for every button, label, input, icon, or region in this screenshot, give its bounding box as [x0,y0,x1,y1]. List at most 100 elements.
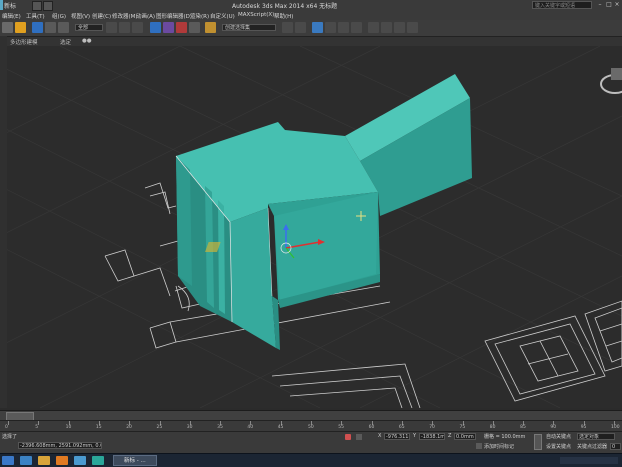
timeline-tick-label: 90 [550,425,557,430]
timeline-tick-label: 60 [368,425,375,430]
timeline-tick-label: 70 [429,425,435,430]
timeline-tick-label: 20 [126,425,132,430]
building-model[interactable] [175,74,472,350]
selected-objects-dropdown[interactable]: 选定对象 [577,433,615,440]
timeline-tick-label: 80 [489,425,496,430]
current-frame-field[interactable]: 0 [610,443,621,450]
timeline-tick-label: 15 [95,425,102,430]
select-by-name-icon[interactable] [45,22,56,33]
ribbon-tab-selection[interactable]: 选定 [60,38,71,46]
menu-maxscript[interactable]: MAXScript(X) [238,12,274,18]
link-icon[interactable] [15,22,26,33]
timeline-tick-label: 30 [186,425,193,430]
start-button-icon[interactable] [2,456,14,465]
timeline-tick-label: 25 [156,425,163,430]
menu-tools[interactable]: 工具(T) [26,12,45,20]
y-label: Y [413,433,417,439]
scale-icon[interactable] [132,22,143,33]
undo-icon[interactable] [2,22,13,33]
taskbar-app-icon[interactable] [74,456,86,465]
rendered-frame-icon[interactable] [394,22,405,33]
curve-editor-icon[interactable] [338,22,349,33]
selection-filter-dropdown[interactable]: 全部 [75,24,103,31]
mirror-icon[interactable] [282,22,293,33]
menu-group[interactable]: 组(G) [52,12,66,20]
timeline-tick-label: 40 [247,425,254,430]
select-object-icon[interactable] [32,22,43,33]
grid-size-label: 栅格 = 100.0mm [484,434,526,440]
tray-icons[interactable] [560,457,618,464]
timeline-tick-label: 5 [35,425,39,430]
new-file-icon[interactable] [32,1,42,11]
maximize-icon[interactable]: □ [605,1,613,9]
taskbar-ie-icon[interactable] [20,456,32,465]
rotate-icon[interactable] [119,22,130,33]
taskbar-explorer-icon[interactable] [38,456,50,465]
perspective-viewport[interactable] [0,46,622,408]
set-key-button[interactable]: 设置关键点 [546,443,571,450]
main-toolbar: 全部 创建选择集 [0,20,622,37]
close-icon[interactable]: × [613,1,621,9]
schematic-view-icon[interactable] [351,22,362,33]
key-mode-icon[interactable] [534,434,542,450]
timeline-tick-label: 100 [611,425,620,430]
timeline-tick-label: 75 [459,425,466,430]
absolute-mode-icon[interactable] [356,434,362,440]
x-coordinate-field[interactable]: -976.311mm [384,433,410,440]
ribbon-more[interactable]: ●● [82,38,92,44]
left-strip [0,36,7,408]
project-name: 新标 [4,3,17,10]
floorplan-bottom [271,363,421,408]
open-file-icon[interactable] [43,1,53,11]
menu-edit[interactable]: 编辑(E) [2,12,21,20]
snap-toggle-icon[interactable] [150,22,161,33]
ribbon-tab-modeling[interactable]: 多边形建模 [10,38,38,46]
angle-snap-icon[interactable] [163,22,174,33]
spinner-snap-icon[interactable] [189,22,200,33]
timeline-tick-label: 45 [277,425,284,430]
z-coordinate-field[interactable]: 0.0mm [454,433,476,440]
edit-named-selection-icon[interactable] [205,22,216,33]
z-label: Z [448,433,452,439]
move-icon[interactable] [106,22,117,33]
lock-icon[interactable] [345,434,351,440]
menu-create[interactable]: 创建(C) [92,12,111,20]
taskbar-media-icon[interactable] [56,456,68,465]
percent-snap-icon[interactable] [176,22,187,33]
window-title: Autodesk 3ds Max 2014 x64 无标题 [232,3,338,10]
timeline-tick-mark [8,421,9,425]
minimize-icon[interactable]: – [596,1,604,9]
floorplan-right [484,300,622,402]
y-coordinate-field[interactable]: -1838.1mm [419,433,445,440]
align-icon[interactable] [295,22,306,33]
add-time-tag-icon[interactable] [476,443,482,449]
material-editor-icon[interactable] [368,22,379,33]
menu-views[interactable]: 视图(V) [71,12,90,20]
add-time-tag-label[interactable]: 添加时间标记 [484,443,514,450]
taskbar-active-window[interactable]: 新标 - ... [113,455,157,466]
menu-rendering[interactable]: 渲染(R) [190,12,209,20]
auto-key-button[interactable]: 自动关键点 [546,433,571,440]
app-logo-icon[interactable] [0,0,3,10]
x-label: X [378,433,382,439]
windows-taskbar: 新标 - ... [0,453,622,467]
render-setup-icon[interactable] [381,22,392,33]
menu-animation[interactable]: 动画(A) [136,12,155,20]
named-selection-dropdown[interactable]: 创建选择集 [222,24,276,31]
search-input[interactable]: 键入关键字或短语 [532,1,592,9]
menu-graph-editors[interactable]: 图形编辑器(D) [156,12,192,20]
rect-selection-icon[interactable] [58,22,69,33]
graphite-toggle-icon[interactable] [325,22,336,33]
viewcube-icon[interactable] [600,68,622,94]
coords-display: -2396.608mm, 2591.092mm, 0.0mm [18,442,102,449]
timeline-tick-label: 55 [338,425,345,430]
render-production-icon[interactable] [407,22,418,33]
menu-modifiers[interactable]: 修改器(M) [112,12,138,20]
menu-customize[interactable]: 自定义(U) [210,12,235,20]
taskbar-3dsmax-icon[interactable] [92,456,104,465]
timeline-tick-label: 65 [398,425,405,430]
menu-help[interactable]: 帮助(H) [274,12,293,20]
timeline-tick-label: 85 [520,425,526,430]
key-filters-button[interactable]: 关键点过滤器 [577,443,607,450]
layer-manager-icon[interactable] [312,22,323,33]
